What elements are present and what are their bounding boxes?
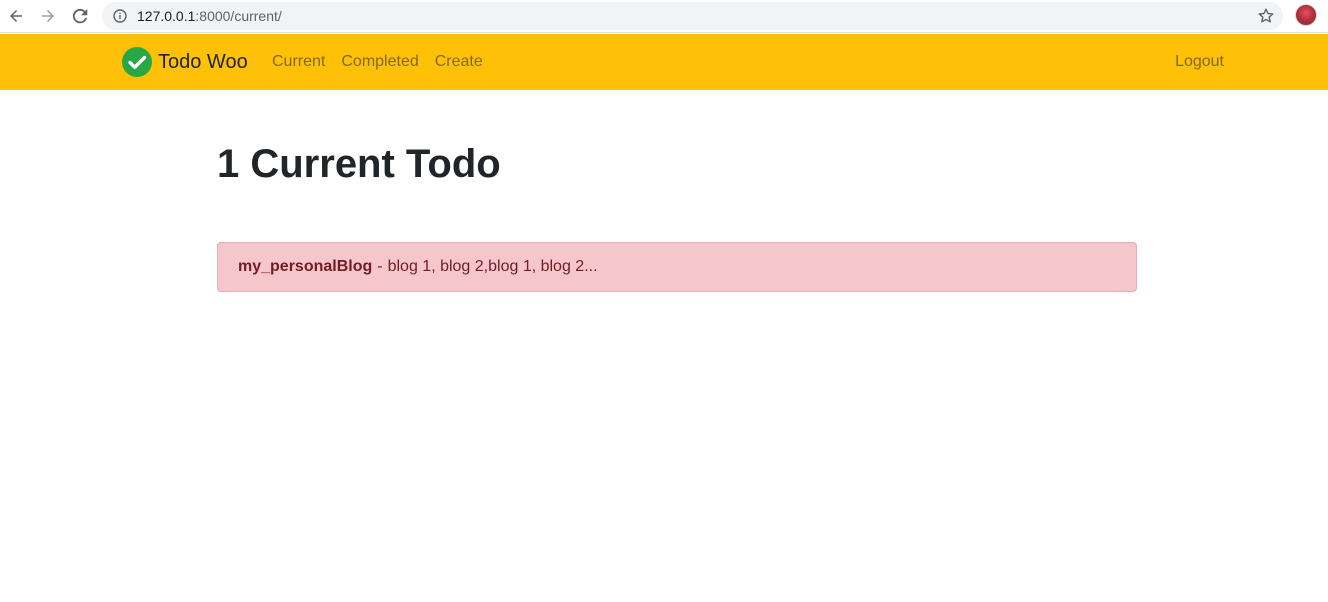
nav-links: Current Completed Create xyxy=(272,52,483,72)
url-text[interactable]: 127.0.0.1:8000/current/ xyxy=(137,8,282,24)
browser-toolbar: 127.0.0.1:8000/current/ xyxy=(0,0,1328,33)
address-bar[interactable]: 127.0.0.1:8000/current/ xyxy=(102,2,1283,30)
navbar: Todo Woo Current Completed Create Logout xyxy=(0,34,1328,90)
reload-button[interactable] xyxy=(68,4,92,28)
arrow-left-icon xyxy=(10,10,22,22)
nav-link-create[interactable]: Create xyxy=(435,52,483,72)
url-host: 127.0.0.1 xyxy=(137,8,196,24)
back-button[interactable] xyxy=(4,4,28,28)
todo-memo: blog 1, blog 2,blog 1, blog 2... xyxy=(387,258,598,275)
check-circle-icon xyxy=(122,47,152,77)
forward-button[interactable] xyxy=(36,4,60,28)
page-title: 1 Current Todo xyxy=(217,142,501,186)
arrow-right-icon xyxy=(42,10,54,22)
info-icon[interactable] xyxy=(113,9,127,23)
brand-link[interactable]: Todo Woo xyxy=(122,47,248,77)
star-icon[interactable] xyxy=(1257,7,1275,25)
todo-title: my_personalBlog xyxy=(238,258,373,275)
todo-list-item[interactable]: my_personalBlog - blog 1, blog 2,blog 1,… xyxy=(217,242,1137,292)
reload-icon xyxy=(72,8,88,24)
url-path: :8000/current/ xyxy=(195,8,282,24)
nav-link-current[interactable]: Current xyxy=(272,52,325,72)
nav-link-completed[interactable]: Completed xyxy=(341,52,418,72)
brand-name: Todo Woo xyxy=(158,51,248,73)
logout-link[interactable]: Logout xyxy=(1175,52,1224,72)
profile-avatar[interactable] xyxy=(1295,4,1317,26)
todo-separator: - xyxy=(377,258,383,275)
